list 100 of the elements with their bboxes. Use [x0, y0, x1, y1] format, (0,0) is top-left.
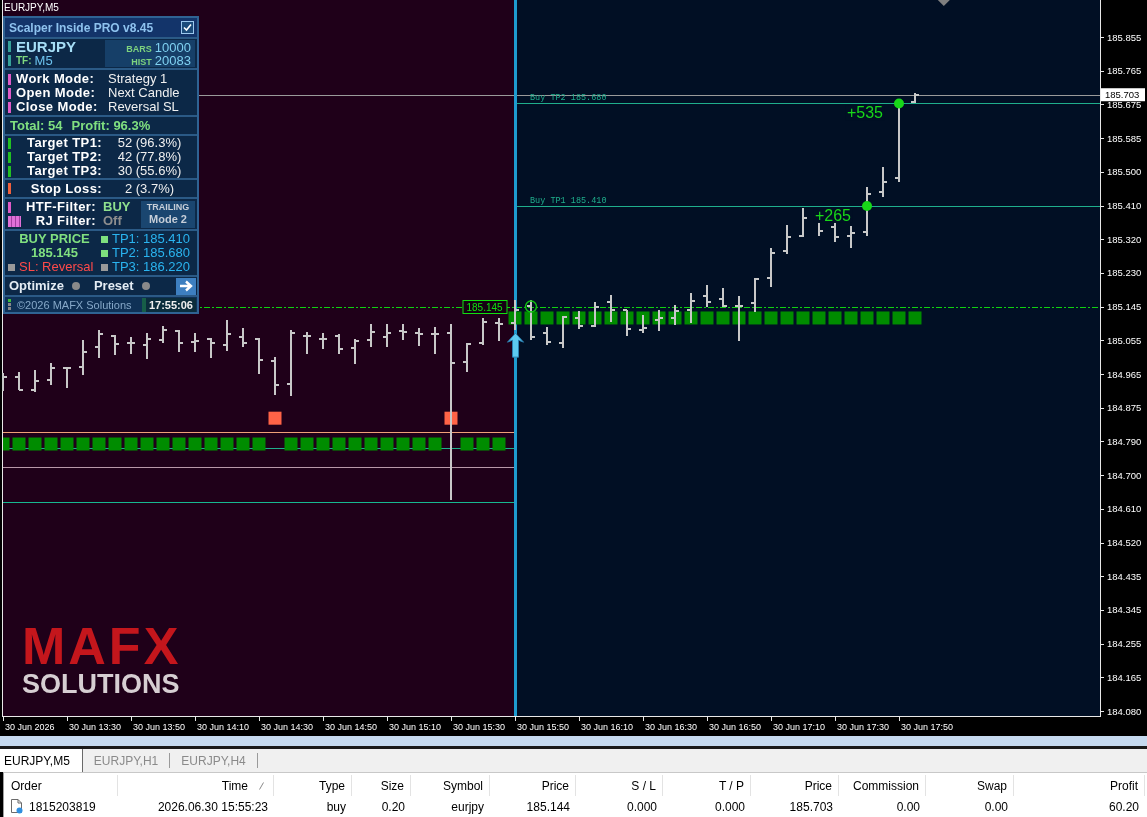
axis-label: 185.500	[1107, 166, 1142, 178]
price-bar	[62, 366, 72, 389]
price-bar	[414, 327, 424, 347]
field-label: Target TP1:	[26, 136, 102, 150]
dot-marker-icon	[894, 98, 904, 109]
row-marker-icon	[8, 87, 11, 99]
field-value: Strategy 1	[108, 72, 168, 86]
price-bar	[526, 299, 536, 341]
column-header[interactable]: Price	[490, 775, 576, 796]
price-bar	[30, 369, 40, 393]
column-header[interactable]: Time	[118, 775, 274, 796]
table-cell-text: 185.144	[525, 798, 571, 816]
table-cell-text: 0.00	[895, 798, 921, 816]
stat-value: 10000	[154, 40, 191, 54]
table-cell-text: 60.20	[1107, 798, 1140, 816]
chart-title: EURJPY,M5	[4, 2, 59, 13]
sort-icon	[259, 781, 264, 790]
axis-label: 184.790	[1107, 435, 1142, 447]
axis-label: 30 Jun 15:30	[453, 722, 506, 732]
column-header[interactable]: Profit	[1014, 775, 1145, 796]
field-label: Target TP2:	[26, 150, 102, 164]
axis-label: 184.520	[1107, 537, 1142, 548]
price-bar	[702, 284, 712, 308]
column-header[interactable]: Type	[274, 775, 352, 796]
axis-label: 30 Jun 17:30	[837, 722, 890, 732]
axis-label: 184.080	[1107, 705, 1142, 717]
row-marker-icon	[8, 41, 11, 52]
row-marker-icon	[8, 165, 11, 177]
filter-value: BUY	[103, 200, 131, 214]
line-label: Buy TP2 185.680	[530, 93, 607, 103]
price-bar	[606, 294, 616, 323]
field-label: HTF-Filter:	[24, 200, 96, 214]
field-label: RJ Filter:	[34, 214, 96, 228]
price-bar	[238, 327, 248, 348]
price-bar	[798, 207, 808, 238]
price-bar	[734, 295, 744, 342]
axis-label: 30 Jun 13:30	[69, 722, 122, 732]
axis-label: 184.345	[1107, 604, 1142, 616]
column-header[interactable]: Symbol	[411, 775, 490, 796]
next-button[interactable]	[176, 277, 196, 295]
timeframe-value: M5	[34, 53, 53, 68]
price-bar	[878, 166, 888, 198]
axis-label: 185.765	[1107, 65, 1142, 77]
column-header[interactable]: Commission	[839, 775, 926, 796]
column-header[interactable]: Size	[352, 775, 411, 796]
price-bar	[622, 309, 632, 337]
column-header[interactable]: Swap	[926, 775, 1014, 796]
price-tag: 185.145	[462, 300, 508, 314]
table-cell-text: 185.703	[788, 798, 834, 816]
axis-label: 30 Jun 14:10	[197, 722, 250, 732]
checkbox[interactable]	[181, 21, 194, 34]
price-bar	[174, 329, 184, 353]
row-marker-icon	[8, 215, 21, 227]
up-arrow-icon	[507, 332, 524, 358]
price-bar	[286, 329, 296, 397]
buy-price-value: 185.145	[31, 246, 78, 260]
axis-label: 185.055	[1107, 334, 1142, 346]
field-value: 30 (55.6%)	[116, 164, 183, 178]
clock-text: 17:55:06	[141, 297, 196, 312]
panel-title: Scalper Inside PRO v8.45	[9, 20, 154, 35]
line-label: Buy TP1 185.410	[530, 196, 607, 206]
axis-label: 30 Jun 17:10	[773, 722, 826, 732]
column-header[interactable]: Order	[4, 775, 118, 796]
price-bar	[334, 333, 344, 355]
price-bar	[78, 339, 88, 376]
field-label: Work Mode:	[16, 72, 96, 86]
symbol-label: EURJPY	[16, 39, 77, 54]
row-marker-icon	[8, 151, 11, 163]
panel-button[interactable]: Preset	[93, 278, 150, 294]
price-bar	[782, 224, 792, 255]
price-bar	[190, 332, 200, 353]
buy-price-label: BUY PRICE	[19, 232, 90, 246]
field-value: 42 (77.8%)	[116, 150, 183, 164]
price-bar	[46, 362, 56, 386]
field-value: Next Candle	[108, 86, 180, 100]
summary-text: Profit: 96.3%	[71, 118, 151, 133]
axis-label: 30 Jun 15:10	[389, 722, 442, 732]
stat-label: HIST	[131, 55, 152, 69]
price-bar	[142, 332, 152, 360]
logo-subtitle: SOLUTIONS	[22, 670, 181, 698]
field-label: Close Mode:	[16, 100, 99, 114]
price-bar	[670, 304, 680, 326]
trailing-title: TRAILING	[146, 202, 190, 213]
price-bar	[574, 310, 584, 330]
column-header[interactable]: T / P	[663, 775, 751, 796]
panel-button[interactable]: Optimize	[9, 278, 80, 294]
column-header[interactable]: Price	[751, 775, 839, 796]
price-bar	[590, 301, 600, 328]
price-bar	[910, 92, 920, 104]
price-bar	[302, 331, 312, 355]
row-marker-icon	[8, 73, 11, 85]
price-bar	[254, 337, 264, 375]
tab[interactable]: EURJPY,M5	[0, 749, 83, 772]
price-bar	[270, 356, 280, 396]
column-header[interactable]: S / L	[576, 775, 663, 796]
axis-label: 184.435	[1107, 570, 1142, 582]
target-level-text: TP1: 185.410	[112, 232, 191, 246]
price-bar	[94, 329, 104, 359]
axis-label: 185.585	[1107, 132, 1142, 144]
price-bar	[462, 342, 472, 373]
